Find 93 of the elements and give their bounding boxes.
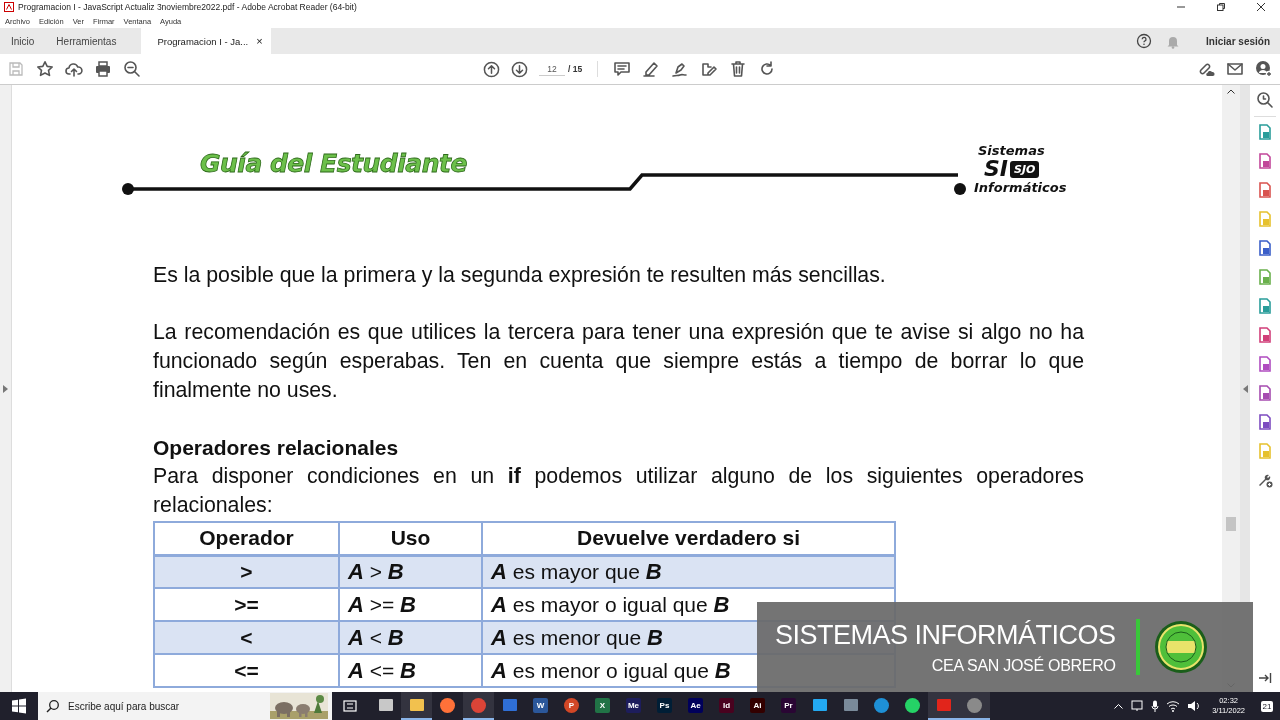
- app-icon: X: [595, 697, 610, 713]
- search-icon: [46, 699, 60, 713]
- logo-text: Sistemas: [977, 143, 1045, 158]
- zoom-out-icon[interactable]: [123, 60, 141, 78]
- banner-subtitle: CEA SAN JOSÉ OBRERO: [931, 656, 1116, 675]
- mail-icon[interactable]: [1226, 60, 1244, 78]
- upload-cloud-icon[interactable]: [65, 60, 83, 78]
- taskbar-app[interactable]: X: [587, 692, 618, 720]
- tool-icon[interactable]: [1257, 153, 1273, 169]
- speaker-icon[interactable]: [1187, 700, 1202, 712]
- taskbar-app[interactable]: Ai: [742, 692, 773, 720]
- logo-text: Informáticos: [974, 180, 1067, 195]
- expand-arrow-icon[interactable]: [3, 384, 8, 393]
- table-cell: A es mayor que B: [482, 555, 895, 588]
- windows-start-icon[interactable]: [11, 698, 27, 714]
- scroll-thumb[interactable]: [1226, 517, 1236, 531]
- app-icon: Ai: [750, 697, 765, 713]
- tool-icon[interactable]: [1257, 385, 1273, 401]
- close-tab-button[interactable]: ×: [256, 35, 263, 47]
- section-heading: Operadores relacionales: [153, 435, 400, 461]
- taskbar-app[interactable]: Pr: [773, 692, 804, 720]
- accent-bar: [1135, 619, 1140, 675]
- tab[interactable]: Programacion I - Ja... ×: [141, 28, 271, 54]
- app-icon: Me: [626, 697, 641, 713]
- app-icon: Ps: [657, 697, 672, 713]
- tool-icon[interactable]: [1257, 356, 1273, 372]
- app-icon: Id: [719, 697, 734, 713]
- taskbar-app[interactable]: Id: [711, 692, 742, 720]
- highlighter-icon[interactable]: [642, 60, 661, 78]
- page-count: / 15: [568, 64, 583, 74]
- tool-icon[interactable]: [1257, 182, 1273, 198]
- table-cell: >: [154, 555, 339, 588]
- page-up-icon[interactable]: [483, 60, 500, 78]
- table-cell: <=: [154, 654, 339, 687]
- app-icon: P: [564, 697, 579, 713]
- search-bar[interactable]: Escribe aquí para buscar: [38, 692, 332, 720]
- scroll-up-icon[interactable]: [1227, 89, 1235, 94]
- app-icon: Ae: [688, 697, 703, 713]
- app-icon: W: [533, 697, 548, 713]
- sign-in-button[interactable]: Iniciar sesión: [1194, 35, 1270, 47]
- tab[interactable]: Inicio: [0, 28, 46, 54]
- taskbar-app[interactable]: [928, 692, 959, 720]
- help-icon[interactable]: [1136, 33, 1153, 49]
- app-icon: Pr: [781, 697, 796, 713]
- edit-pages-icon[interactable]: [700, 60, 719, 78]
- taskbar-app[interactable]: W: [525, 692, 556, 720]
- paragraph: Para disponer condiciones en un if podemos utilizar alguno de los siguientes operadores relacionales:: [153, 463, 1084, 519]
- restore-icon[interactable]: [1216, 2, 1226, 12]
- close-icon[interactable]: [1256, 2, 1266, 12]
- star-icon[interactable]: [36, 60, 54, 78]
- search-icon[interactable]: [1256, 91, 1274, 109]
- paragraph: Es la posible que la primera y la segunda expresión te resulten más sencillas.: [153, 262, 887, 289]
- task-view-icon[interactable]: [342, 698, 358, 714]
- tool-icon[interactable]: [1257, 414, 1273, 430]
- taskbar-app[interactable]: [959, 692, 990, 720]
- table-cell: <: [154, 621, 339, 654]
- taskbar-app[interactable]: P: [556, 692, 587, 720]
- tab[interactable]: Herramientas: [45, 28, 128, 54]
- network-icon[interactable]: [1130, 700, 1145, 712]
- chevron-up-icon[interactable]: [1114, 703, 1124, 709]
- taskbar-app[interactable]: [401, 692, 432, 720]
- add-user-icon[interactable]: [1255, 60, 1273, 78]
- taskbar-app[interactable]: Ae: [680, 692, 711, 720]
- print-icon[interactable]: [94, 60, 112, 78]
- logo-text: SJO: [1010, 160, 1040, 178]
- trash-icon[interactable]: [729, 60, 748, 78]
- taskbar-app[interactable]: Me: [618, 692, 649, 720]
- wrench-add-icon[interactable]: [1257, 472, 1273, 488]
- tool-icon[interactable]: [1257, 269, 1273, 285]
- wifi-icon[interactable]: [1166, 700, 1181, 712]
- collapse-pane-icon[interactable]: [1258, 672, 1272, 684]
- paragraph: La recomendación es que utilices la tercera para tener una expresión que te avise si algo no ha funcionado según esperabas. Ten en cuenta que siempre estás a tiempo de borrar lo que finalmente no uses.: [153, 319, 1084, 404]
- search-field[interactable]: Escribe aquí para buscar: [66, 699, 216, 713]
- tool-icon[interactable]: [1257, 240, 1273, 256]
- taskbar-app[interactable]: Ps: [649, 692, 680, 720]
- seal-logo-icon: [1153, 620, 1208, 674]
- table-cell: A <= B: [339, 654, 482, 687]
- tool-icon[interactable]: [1257, 124, 1273, 140]
- logo-text: SI: [984, 158, 1009, 180]
- signature-pen-icon[interactable]: [671, 60, 690, 78]
- taskbar-app[interactable]: [463, 692, 494, 720]
- table-cell: A > B: [339, 555, 482, 588]
- tool-icon[interactable]: [1257, 327, 1273, 343]
- header-title: Guía del Estudiante: [200, 149, 467, 178]
- link-cloud-icon[interactable]: [1197, 60, 1215, 78]
- table-cell: A < B: [339, 621, 482, 654]
- comment-icon[interactable]: [613, 60, 632, 78]
- collapse-arrow-icon[interactable]: [1242, 384, 1248, 393]
- microphone-icon[interactable]: [1151, 700, 1160, 712]
- tool-icon[interactable]: [1257, 298, 1273, 314]
- page-number-field[interactable]: 12: [539, 62, 565, 76]
- page-down-icon[interactable]: [511, 60, 528, 78]
- window-title: Programacion I - JavaScript Actualiz 3noviembre2022.pdf - Adobe Acrobat Reader (64-bit): [18, 2, 358, 12]
